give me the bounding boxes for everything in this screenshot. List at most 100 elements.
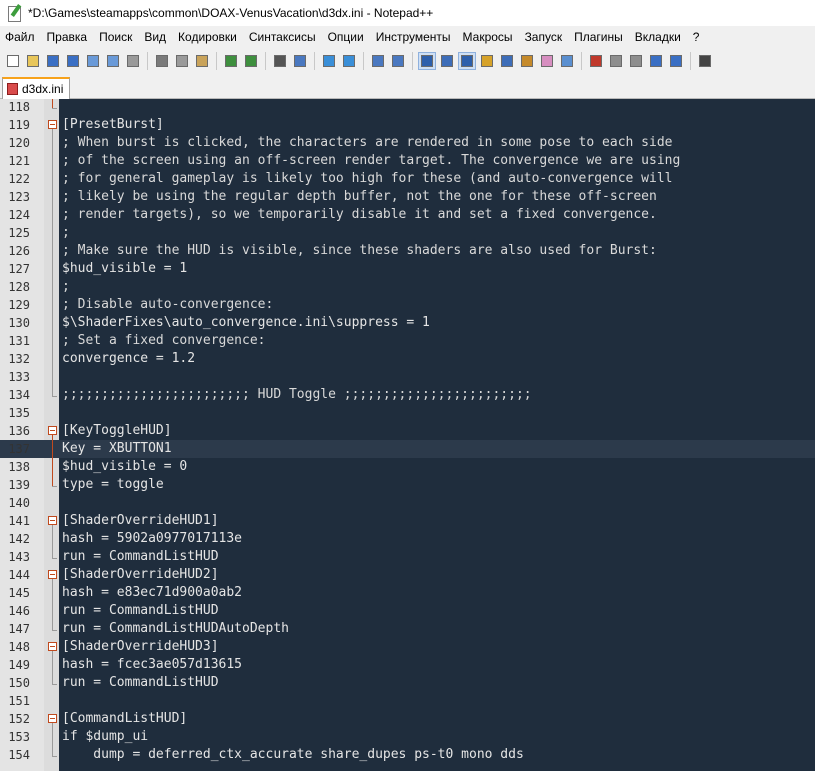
- menu-item-3[interactable]: Вид: [139, 30, 171, 44]
- code-line[interactable]: 152 [CommandListHUD]: [0, 710, 815, 728]
- fold-toggle-icon[interactable]: [48, 642, 57, 651]
- code-line[interactable]: 138 $hud_visible = 0: [0, 458, 815, 476]
- menu-item-10[interactable]: Плагины: [569, 30, 628, 44]
- menu-item-9[interactable]: Запуск: [520, 30, 568, 44]
- code-line[interactable]: 124 ; render targets), so we temporarily …: [0, 206, 815, 224]
- code-line[interactable]: 151: [0, 692, 815, 710]
- fold-guide: [52, 579, 53, 630]
- tab-d3dx-ini[interactable]: d3dx.ini: [2, 77, 71, 99]
- line-number: 130: [8, 316, 30, 330]
- zoom-in-icon[interactable]: [321, 53, 337, 69]
- code-line[interactable]: 145 hash = e83ec71d900a0ab2: [0, 584, 815, 602]
- fold-guide: [52, 723, 53, 756]
- fold-guide: [52, 99, 53, 108]
- undo-icon[interactable]: [223, 53, 239, 69]
- code-line[interactable]: 131 ; Set a fixed convergence:: [0, 332, 815, 350]
- menu-item-4[interactable]: Кодировки: [173, 30, 242, 44]
- editor[interactable]: 118 119 [PresetBurst] 120 ; When burst is cl…: [0, 99, 815, 771]
- code-line[interactable]: 127 $hud_visible = 1: [0, 260, 815, 278]
- fold-toggle-icon[interactable]: [48, 120, 57, 129]
- spellcheck-icon[interactable]: [697, 53, 713, 69]
- fold-toggle-icon[interactable]: [48, 426, 57, 435]
- menu-item-6[interactable]: Опции: [323, 30, 369, 44]
- doc-map-icon[interactable]: [499, 53, 515, 69]
- code-line[interactable]: 142 hash = 5902a0977017113e: [0, 530, 815, 548]
- menu-item-7[interactable]: Инструменты: [371, 30, 456, 44]
- redo-icon[interactable]: [243, 53, 259, 69]
- play-macro-icon-glyph: [630, 54, 642, 67]
- code-line[interactable]: 143 run = CommandListHUD: [0, 548, 815, 566]
- sync-h-icon[interactable]: [390, 53, 406, 69]
- code-line[interactable]: 121 ; of the screen using an off-screen r…: [0, 152, 815, 170]
- code-line[interactable]: 147 run = CommandListHUDAutoDepth: [0, 620, 815, 638]
- code-line[interactable]: 126 ; Make sure the HUD is visible, since…: [0, 242, 815, 260]
- fold-toggle-icon[interactable]: [48, 570, 57, 579]
- comment-text: ; of the screen using an off-screen rend…: [62, 153, 681, 168]
- code-line[interactable]: 140: [0, 494, 815, 512]
- comment-text: ;;;;;;;;;;;;;;;;;;;;;;;; HUD Toggle ;;;;…: [62, 387, 532, 402]
- code-line[interactable]: 137 Key = XBUTTON1: [0, 440, 815, 458]
- code-line[interactable]: 123 ; likely be using the regular depth b…: [0, 188, 815, 206]
- play-macro-icon[interactable]: [628, 53, 644, 69]
- menu-item-1[interactable]: Правка: [42, 30, 93, 44]
- indent-guide-icon[interactable]: [458, 51, 476, 70]
- code-line[interactable]: 146 run = CommandListHUD: [0, 602, 815, 620]
- code-line[interactable]: 153 if $dump_ui: [0, 728, 815, 746]
- sync-v-icon[interactable]: [370, 53, 386, 69]
- code-line[interactable]: 128;: [0, 278, 815, 296]
- replace-icon[interactable]: [292, 53, 308, 69]
- close-all-icon[interactable]: [105, 53, 121, 69]
- function-list-icon[interactable]: [519, 53, 535, 69]
- find-icon[interactable]: [272, 53, 288, 69]
- menu-item-2[interactable]: Поиск: [94, 30, 137, 44]
- code-line[interactable]: 148 [ShaderOverrideHUD3]: [0, 638, 815, 656]
- save-all-icon[interactable]: [65, 53, 81, 69]
- code-line[interactable]: 130 $\ShaderFixes\auto_convergence.ini\su…: [0, 314, 815, 332]
- word-wrap-icon[interactable]: [418, 51, 436, 70]
- show-all-chars-icon[interactable]: [439, 53, 455, 69]
- code-line[interactable]: 120 ; When burst is clicked, the characte…: [0, 134, 815, 152]
- save-macro-icon[interactable]: [668, 53, 684, 69]
- menu-item-11[interactable]: Вкладки: [630, 30, 686, 44]
- zoom-out-icon[interactable]: [341, 53, 357, 69]
- code-line[interactable]: 150 run = CommandListHUD: [0, 674, 815, 692]
- code-line[interactable]: 133: [0, 368, 815, 386]
- record-macro-icon[interactable]: [588, 53, 604, 69]
- code-line[interactable]: 154 dump = deferred_ctx_accurate share_d…: [0, 746, 815, 764]
- stop-macro-icon[interactable]: [608, 53, 624, 69]
- fold-toggle-icon[interactable]: [48, 714, 57, 723]
- menu-item-12[interactable]: ?: [688, 30, 705, 44]
- code-line[interactable]: 136 [KeyToggleHUD]: [0, 422, 815, 440]
- run-macro-multiple-icon[interactable]: [648, 53, 664, 69]
- code-line[interactable]: 129 ; Disable auto-convergence:: [0, 296, 815, 314]
- new-file-icon[interactable]: [5, 53, 21, 69]
- fold-toggle-icon[interactable]: [48, 516, 57, 525]
- code-line[interactable]: 144 [ShaderOverrideHUD2]: [0, 566, 815, 584]
- code-line[interactable]: 135: [0, 404, 815, 422]
- cut-icon[interactable]: [154, 53, 170, 69]
- print-icon[interactable]: [125, 53, 141, 69]
- code-line[interactable]: 119 [PresetBurst]: [0, 116, 815, 134]
- menu-item-8[interactable]: Макросы: [458, 30, 518, 44]
- code-line[interactable]: 125;: [0, 224, 815, 242]
- menu-item-0[interactable]: Файл: [0, 30, 40, 44]
- open-file-icon[interactable]: [25, 53, 41, 69]
- save-icon[interactable]: [45, 53, 61, 69]
- code-line[interactable]: 149 hash = fcec3ae057d13615: [0, 656, 815, 674]
- copy-icon[interactable]: [174, 53, 190, 69]
- menu-item-5[interactable]: Синтаксисы: [244, 30, 321, 44]
- code-line[interactable]: 141 [ShaderOverrideHUD1]: [0, 512, 815, 530]
- code-line[interactable]: 122 ; for general gameplay is likely too …: [0, 170, 815, 188]
- code-line[interactable]: 139 type = toggle: [0, 476, 815, 494]
- code-line[interactable]: 134 ;;;;;;;;;;;;;;;;;;;;;;;; HUD Toggle ;…: [0, 386, 815, 404]
- monitor-icon[interactable]: [559, 53, 575, 69]
- code-line[interactable]: 132 convergence = 1.2: [0, 350, 815, 368]
- fold-end-marker: [52, 684, 57, 685]
- paste-icon[interactable]: [194, 53, 210, 69]
- close-icon[interactable]: [85, 53, 101, 69]
- udl-icon[interactable]: [479, 53, 495, 69]
- code-line[interactable]: 118: [0, 99, 815, 116]
- folder-workspace-icon[interactable]: [539, 53, 555, 69]
- zoom-out-icon-glyph: [343, 54, 355, 67]
- toolbar: [0, 48, 815, 73]
